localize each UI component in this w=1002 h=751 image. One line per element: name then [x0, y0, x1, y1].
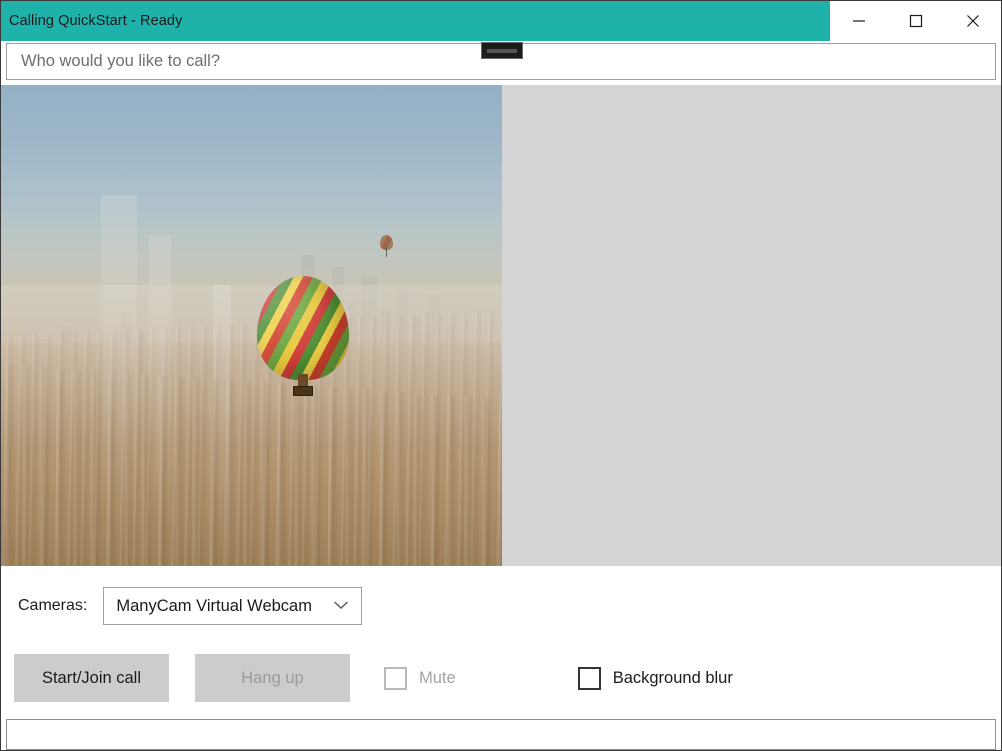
balloon-envelope	[257, 276, 349, 380]
cameras-label: Cameras:	[18, 597, 87, 615]
title-bar-drag-region[interactable]: Calling QuickStart - Ready	[1, 1, 830, 41]
mute-checkbox	[384, 667, 407, 690]
window-title: Calling QuickStart - Ready	[9, 13, 182, 29]
background-blur-checkbox-row[interactable]: Background blur	[578, 654, 733, 702]
maximize-icon	[909, 14, 923, 28]
close-icon	[966, 14, 980, 28]
mute-checkbox-row: Mute	[384, 654, 456, 702]
camera-picker-row: Cameras: ManyCam Virtual Webcam	[1, 586, 362, 626]
background-blur-checkbox[interactable]	[578, 667, 601, 690]
background-blur-label: Background blur	[613, 669, 733, 688]
distant-hot-air-balloon	[380, 235, 393, 257]
overlay-chip-bar	[487, 49, 517, 53]
local-video-preview[interactable]: manycam	[1, 85, 502, 566]
hot-air-balloon	[257, 276, 349, 398]
call-actions-row: Start/Join call Hang up Mute Background …	[1, 654, 733, 702]
maximize-button[interactable]	[887, 1, 944, 41]
floating-overlay-chip	[481, 42, 523, 59]
chevron-down-icon	[333, 597, 349, 615]
hang-up-button: Hang up	[195, 654, 350, 702]
camera-select[interactable]: ManyCam Virtual Webcam	[103, 587, 362, 625]
balloon-basket	[293, 386, 313, 396]
close-button[interactable]	[944, 1, 1001, 41]
minimize-icon	[852, 14, 866, 28]
sand-dune-ground	[1, 343, 502, 566]
video-stage: manycam	[1, 85, 1001, 566]
status-area	[1, 715, 1001, 750]
camera-select-value: ManyCam Virtual Webcam	[116, 597, 312, 616]
title-bar: Calling QuickStart - Ready	[1, 1, 1001, 41]
status-textbox[interactable]	[6, 719, 996, 750]
app-window: Calling QuickStart - Ready	[0, 0, 1002, 751]
start-join-call-button[interactable]: Start/Join call	[14, 654, 169, 702]
mute-label: Mute	[419, 669, 456, 688]
remote-video-placeholder	[502, 85, 1001, 566]
window-controls	[830, 1, 1001, 41]
controls-panel: Cameras: ManyCam Virtual Webcam Start/Jo…	[1, 566, 1001, 715]
minimize-button[interactable]	[830, 1, 887, 41]
